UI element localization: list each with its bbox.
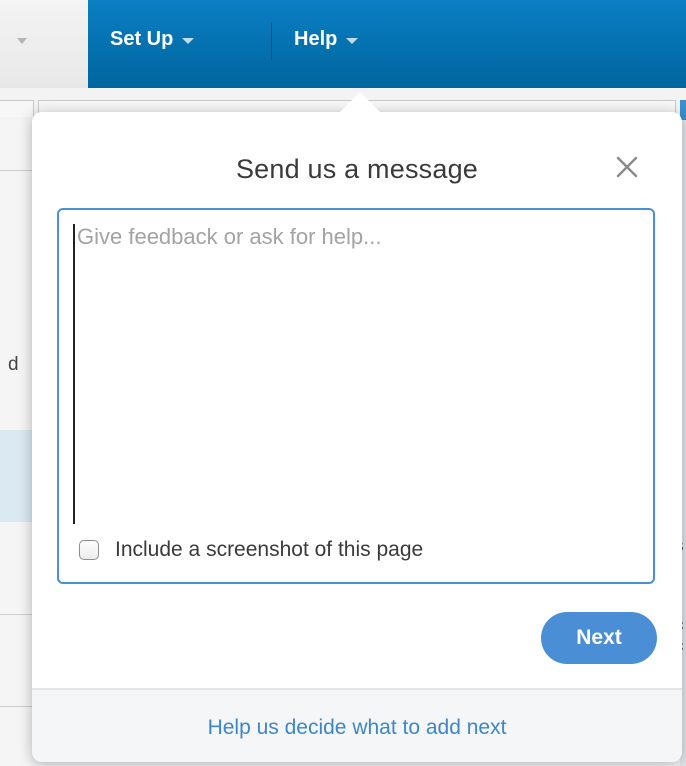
background-tab [0, 100, 34, 117]
background-divider [0, 170, 32, 171]
top-navigation-bar: Set Up Help [0, 0, 686, 88]
popover-pointer [338, 92, 382, 114]
caret-down-icon [182, 37, 195, 44]
feature-request-link[interactable]: Help us decide what to add next [32, 716, 682, 740]
nav-setup-menu[interactable]: Set Up [110, 24, 195, 54]
caret-down-icon [346, 37, 359, 44]
screenshot-checkbox[interactable] [79, 540, 99, 560]
message-input[interactable] [73, 224, 637, 524]
nav-divider [271, 22, 272, 60]
next-button[interactable]: Next [541, 612, 657, 664]
close-icon [616, 156, 638, 178]
nav-left-segment[interactable] [0, 0, 88, 88]
background-divider [0, 614, 32, 615]
caret-down-icon [17, 38, 27, 44]
screenshot-checkbox-label[interactable]: Include a screenshot of this page [115, 538, 423, 562]
close-button[interactable] [612, 152, 642, 182]
dialog-title: Send us a message [235, 154, 479, 184]
background-selected-row [0, 430, 32, 522]
background-text-fragment: d [8, 354, 19, 375]
screenshot-option: Include a screenshot of this page [79, 538, 423, 562]
dialog-footer: Help us decide what to add next [32, 688, 682, 762]
background-divider [0, 706, 32, 707]
nav-help-label: Help [294, 27, 338, 50]
nav-help-menu[interactable]: Help [294, 24, 359, 54]
feedback-dialog: Send us a message Include a screenshot o… [32, 112, 682, 762]
nav-setup-label: Set Up [110, 27, 174, 50]
message-box: Include a screenshot of this page [57, 208, 655, 584]
